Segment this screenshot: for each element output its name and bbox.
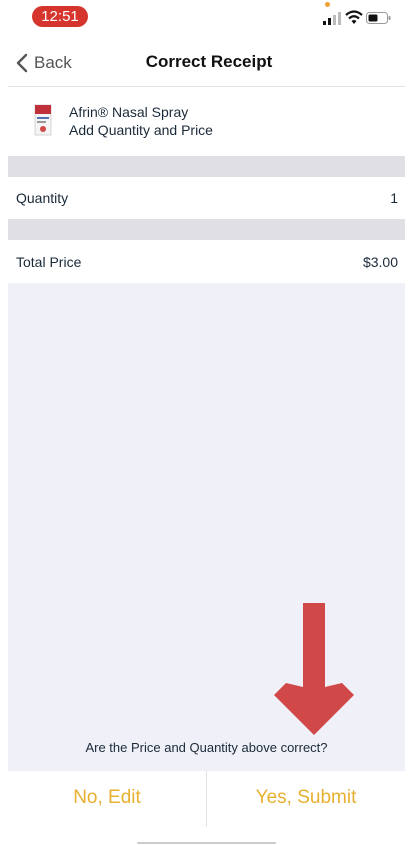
nav-divider	[8, 86, 405, 87]
status-time: 12:51	[32, 6, 88, 27]
product-name: Afrin® Nasal Spray	[69, 104, 189, 120]
section-separator	[8, 219, 405, 240]
wifi-icon	[345, 10, 363, 24]
product-subtitle: Add Quantity and Price	[69, 122, 213, 138]
battery-icon	[366, 12, 391, 24]
section-separator	[8, 156, 405, 177]
total-price-label: Total Price	[16, 254, 82, 270]
signal-icon	[323, 12, 341, 25]
total-price-value[interactable]: $3.00	[363, 254, 398, 270]
quantity-label: Quantity	[16, 190, 69, 206]
privacy-indicator-dot	[325, 2, 330, 7]
page-title: Correct Receipt	[145, 52, 273, 71]
down-arrow-icon	[274, 603, 354, 735]
product-thumbnail	[34, 104, 52, 136]
confirmation-question: Are the Price and Quantity above correct…	[85, 740, 328, 755]
yes-submit-button[interactable]: Yes, Submit	[207, 771, 405, 825]
quantity-value[interactable]: 1	[390, 190, 398, 206]
no-edit-button[interactable]: No, Edit	[8, 771, 206, 825]
home-indicator	[137, 842, 276, 844]
